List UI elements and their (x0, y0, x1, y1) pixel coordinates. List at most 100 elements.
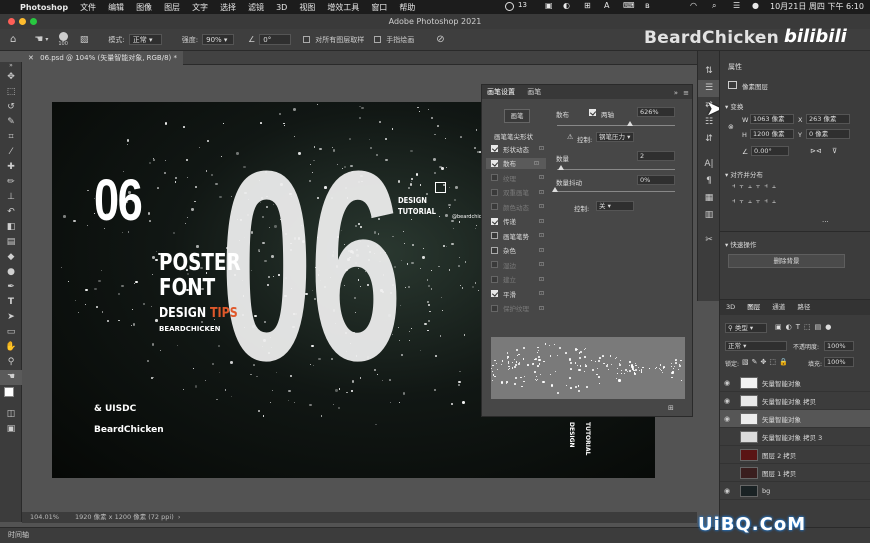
quick-actions-header[interactable]: ▾ 快速操作 (725, 239, 756, 249)
lock-icon[interactable]: ⊡ (539, 145, 544, 152)
layer-name[interactable]: 矢量智能对象 (762, 414, 801, 424)
transform-section-header[interactable]: ▾ 变换 (725, 101, 743, 111)
menu-view[interactable]: 视图 (299, 2, 315, 13)
layer-name[interactable]: 矢量智能对象 拷贝 3 (762, 432, 822, 442)
lock-icon[interactable]: ⊡ (539, 174, 544, 181)
height-field[interactable]: 1200 像素 (750, 129, 794, 139)
hand-tool-icon[interactable]: ✋ (0, 340, 22, 355)
layer-row[interactable]: ◉ 矢量智能对象 (720, 410, 870, 428)
lock-icon[interactable]: ⊡ (539, 218, 544, 225)
layer-name[interactable]: 图层 1 拷贝 (762, 468, 796, 478)
panel-collapse-icon[interactable]: » (674, 86, 678, 100)
layer-filter-icons[interactable]: ▣◐T⬚▤● (775, 323, 835, 331)
layer-kind-filter[interactable]: ⚲ 类型 ▾ (725, 323, 767, 333)
x-field[interactable]: 263 像素 (806, 114, 850, 124)
menu-type[interactable]: 文字 (192, 2, 208, 13)
gradient-tool-icon[interactable]: ▤ (0, 235, 22, 250)
menu-file[interactable]: 文件 (80, 2, 96, 13)
tab-brush-settings[interactable]: 画笔设置 (487, 88, 515, 96)
panel-menu-icon[interactable]: ≡ (683, 86, 689, 100)
menu-help[interactable]: 帮助 (399, 2, 415, 13)
brush-option-row[interactable]: 颜色动态 ⊡ (491, 201, 544, 212)
lasso-tool-icon[interactable]: ↺ (0, 100, 22, 115)
sample-all-layers-checkbox[interactable] (303, 36, 311, 43)
siri-icon[interactable]: ● (752, 1, 759, 10)
status-icon-1[interactable]: ▣ (545, 1, 553, 10)
close-window-button[interactable] (8, 18, 15, 25)
count-jitter-control-select[interactable]: 关 ▾ (596, 201, 634, 211)
brush-option-row[interactable]: 形状动态 ⊡ (491, 143, 544, 154)
menu-window[interactable]: 窗口 (371, 2, 387, 13)
menu-image[interactable]: 图像 (136, 2, 152, 13)
paths-panel-icon[interactable]: ⇵ (698, 131, 720, 148)
close-tab-icon[interactable]: ✕ (28, 54, 34, 62)
flip-horizontal-icon[interactable]: ⊳⊲ (810, 147, 822, 155)
visibility-eye-icon[interactable]: ◉ (720, 487, 734, 495)
character-panel-icon[interactable]: A| (698, 156, 720, 173)
status-icon-2[interactable]: ◐ (563, 1, 570, 10)
wifi-icon[interactable]: ◠ (690, 1, 697, 10)
smudge-tool-icon[interactable]: ☚ (0, 370, 22, 385)
healing-brush-tool-icon[interactable]: ✚ (0, 160, 22, 175)
brush-option-row[interactable]: 杂色 ⊡ (491, 245, 544, 256)
tab-layers[interactable]: 图层 (747, 303, 760, 311)
brush-option-row[interactable]: 纹理 ⊡ (491, 172, 544, 183)
zoom-level[interactable]: 104.01% (30, 513, 59, 521)
paragraph-panel-icon[interactable]: ¶ (698, 173, 720, 190)
move-tool-icon[interactable]: ✥ (0, 70, 22, 85)
brush-option-row[interactable]: 平滑 ⊡ (491, 288, 544, 299)
align-icons-row1[interactable]: ⫞⫟⫠⫟⫞⫠ (732, 182, 780, 191)
more-options-icon[interactable]: ··· (822, 218, 829, 226)
mode-select[interactable]: 正常 ▾ (128, 34, 162, 45)
angle-field[interactable]: 0° (259, 34, 292, 45)
brush-option-row[interactable]: 保护纹理 ⊡ (491, 303, 544, 314)
tab-3d[interactable]: 3D (726, 303, 735, 311)
brush-option-row[interactable]: 传递 ⊡ (491, 216, 544, 227)
brush-option-checkbox[interactable] (491, 203, 498, 210)
pen-tool-icon[interactable]: ✒ (0, 280, 22, 295)
brush-option-checkbox[interactable] (491, 232, 498, 239)
brush-option-checkbox[interactable] (491, 246, 498, 254)
rotation-field[interactable]: 0.00° (751, 146, 789, 156)
menu-app-name[interactable]: Photoshop (20, 3, 68, 12)
align-icons-row2[interactable]: ⫞⫟⫠⫟⫞⫠ (732, 197, 780, 206)
scatter-slider-knob[interactable] (627, 121, 633, 126)
tab-brushes[interactable]: 画笔 (527, 88, 541, 96)
color-swatches[interactable] (0, 385, 22, 407)
brush-option-checkbox[interactable] (491, 261, 498, 268)
scatter-control-select[interactable]: 钢笔压力 ▾ (596, 132, 634, 142)
menu-filter[interactable]: 滤镜 (248, 2, 264, 13)
preset-chevron-down-icon[interactable]: ▾ (45, 36, 48, 43)
crop-tool-icon[interactable]: ⌗ (0, 130, 22, 145)
zoom-window-button[interactable] (30, 18, 37, 25)
home-icon[interactable]: ⌂ (10, 34, 16, 45)
count-jitter-slider-knob[interactable] (552, 187, 558, 192)
visibility-eye-icon[interactable]: ◉ (720, 397, 734, 405)
brushes-button[interactable]: 画笔 (504, 109, 530, 123)
layer-name[interactable]: 图层 2 拷贝 (762, 450, 796, 460)
status-icon-3[interactable]: ⊞ (584, 1, 591, 10)
lock-icon[interactable]: ⊡ (539, 305, 544, 312)
count-value-field[interactable]: 2 (637, 151, 675, 161)
layer-row[interactable]: 图层 2 拷贝 (720, 446, 870, 464)
document-tab[interactable]: ✕ 06.psd @ 104% (矢量智能对象, RGB/8) * (22, 51, 184, 65)
input-method-icon[interactable]: A (604, 1, 609, 10)
y-field[interactable]: 0 像素 (806, 129, 850, 139)
toolbar-collapse-icon[interactable]: » (0, 62, 22, 70)
blur-tool-icon[interactable]: ◆ (0, 250, 22, 265)
menu-select[interactable]: 选择 (220, 2, 236, 13)
brush-option-checkbox[interactable] (491, 290, 498, 297)
tool-presets-panel-icon[interactable]: ✂ (698, 232, 720, 249)
scatter-value-field[interactable]: 626% (637, 107, 675, 117)
lock-icon[interactable]: ⊡ (539, 261, 544, 268)
menu-3d[interactable]: 3D (276, 3, 287, 12)
lock-icon[interactable]: ⊡ (539, 247, 544, 254)
visibility-eye-icon[interactable]: ◉ (720, 415, 734, 423)
bluetooth-icon[interactable]: ʙ (645, 1, 650, 10)
quick-mask-icon[interactable]: ◫ (0, 407, 22, 422)
type-tool-icon[interactable]: T (0, 295, 22, 310)
new-brush-icon[interactable]: ⊞ (668, 404, 674, 412)
lock-icon[interactable]: ⊡ (539, 276, 544, 283)
layer-row[interactable]: ◉ 矢量智能对象 拷贝 (720, 392, 870, 410)
menu-edit[interactable]: 编辑 (108, 2, 124, 13)
